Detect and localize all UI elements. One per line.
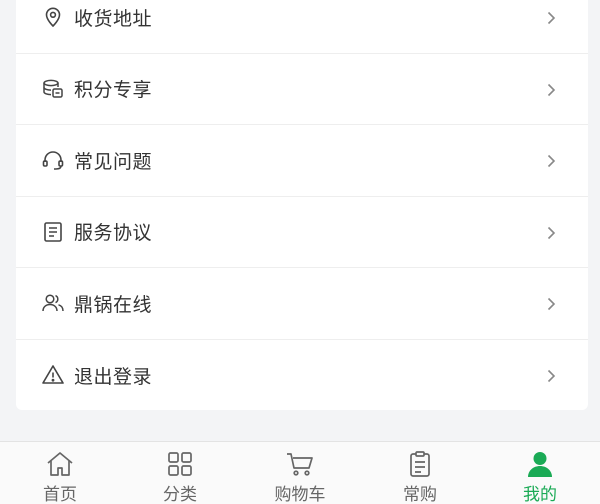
chevron-right-icon (544, 153, 558, 168)
coin-stack-icon (40, 76, 66, 102)
menu-item-online[interactable]: 鼎锅在线 (16, 268, 588, 340)
menu-item-service-agreement[interactable]: 服务协议 (16, 197, 588, 268)
tab-frequent[interactable]: 常购 (360, 442, 480, 504)
menu-item-label: 收货地址 (74, 7, 153, 30)
clipboard-icon (404, 450, 436, 478)
headset-icon (40, 147, 66, 173)
chevron-right-icon (544, 82, 558, 96)
document-icon (40, 219, 66, 245)
grid-icon (164, 450, 196, 478)
menu-item-shipping-address[interactable]: 收货地址 (16, 0, 588, 54)
menu-item-label: 服务协议 (74, 222, 153, 245)
menu-item-points[interactable]: 积分专享 (16, 54, 588, 125)
tab-label: 我的 (523, 485, 557, 504)
cart-icon (284, 450, 316, 478)
chevron-right-icon (544, 225, 558, 239)
warning-icon (40, 362, 66, 388)
tab-mine[interactable]: 我的 (480, 442, 600, 504)
bottom-tab-bar: 首页 分类 购物车 常购 我的 (0, 441, 600, 504)
home-icon (44, 450, 76, 478)
tab-category[interactable]: 分类 (120, 442, 240, 504)
users-icon (40, 290, 66, 316)
tab-label: 常购 (403, 485, 437, 504)
tab-home[interactable]: 首页 (0, 442, 120, 504)
menu-card: 收货地址 积分专享 常见问题 服务协议 鼎锅在线 退出登录 (16, 0, 588, 410)
menu-item-logout[interactable]: 退出登录 (16, 340, 588, 412)
menu-item-faq[interactable]: 常见问题 (16, 125, 588, 197)
chevron-right-icon (544, 296, 558, 311)
chevron-right-icon (544, 10, 558, 25)
menu-item-label: 积分专享 (74, 79, 153, 102)
menu-item-label: 常见问题 (74, 150, 153, 173)
location-pin-icon (40, 4, 66, 30)
menu-item-label: 退出登录 (74, 365, 153, 388)
tab-label: 购物车 (274, 485, 326, 504)
user-icon (524, 450, 556, 478)
chevron-right-icon (544, 368, 558, 383)
profile-page: 收货地址 积分专享 常见问题 服务协议 鼎锅在线 退出登录 首页 分类 购物车 … (0, 0, 600, 504)
tab-label: 分类 (163, 485, 197, 504)
tab-cart[interactable]: 购物车 (240, 442, 360, 504)
menu-item-label: 鼎锅在线 (74, 293, 153, 316)
tab-label: 首页 (43, 485, 77, 504)
